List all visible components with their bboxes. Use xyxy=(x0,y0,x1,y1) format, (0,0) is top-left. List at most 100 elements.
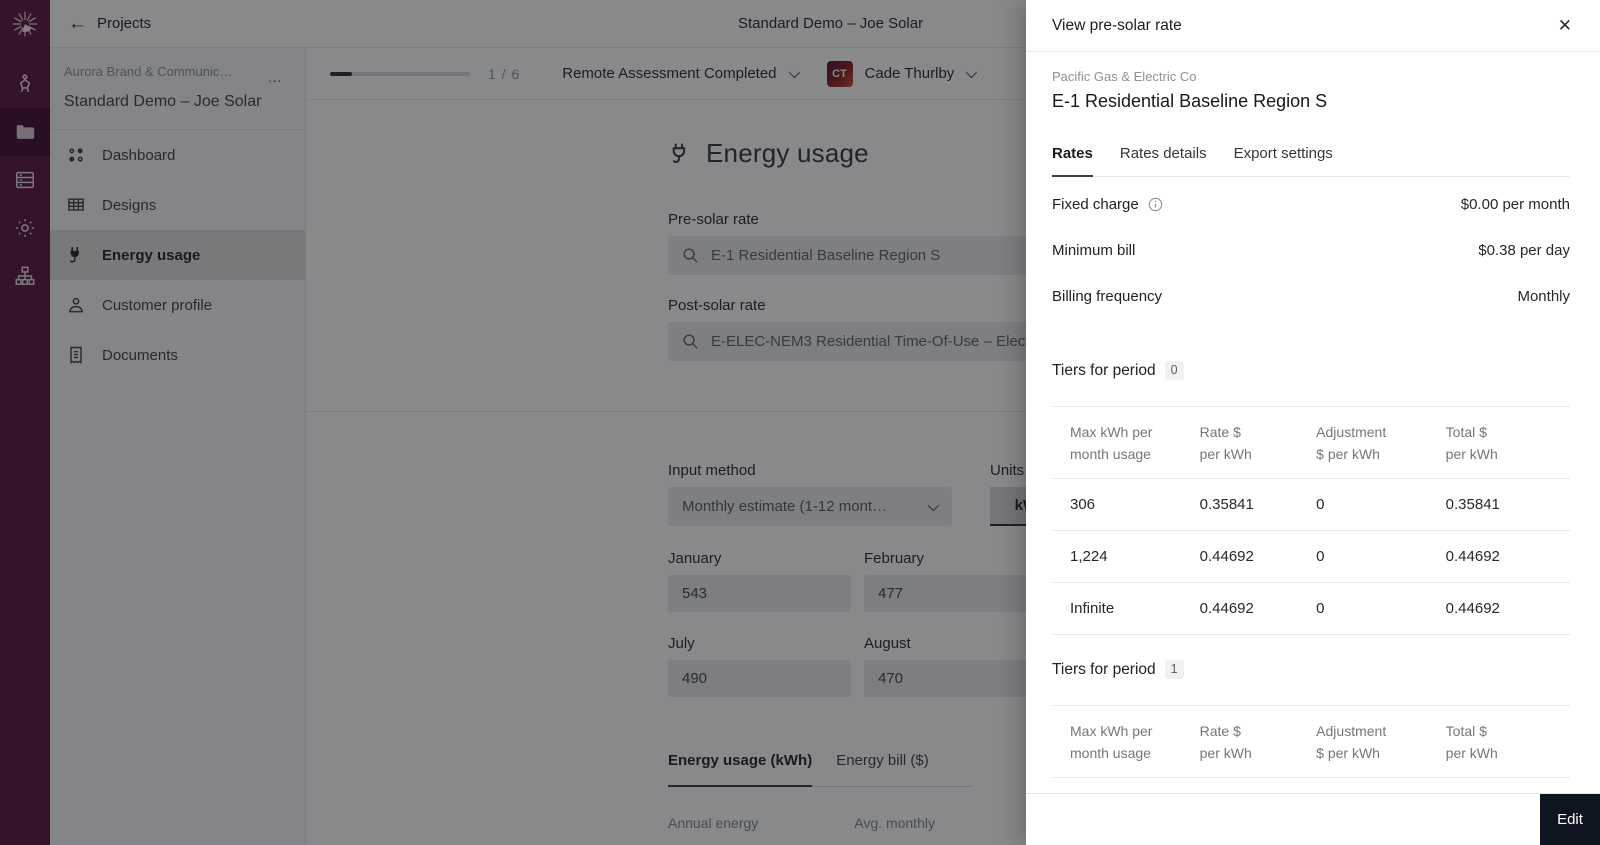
plug-icon xyxy=(672,143,686,163)
table-row: 1,224 0.44692 0 0.44692 xyxy=(1052,530,1570,583)
column-header: Total $ per kWh xyxy=(1445,705,1570,778)
assignee-dropdown[interactable]: CT Cade Thurlby xyxy=(826,60,978,87)
tab-export-settings[interactable]: Export settings xyxy=(1234,145,1333,176)
sidebar-item-dashboard[interactable]: Dashboard xyxy=(50,130,305,180)
rate-name: E-1 Residential Baseline Region S xyxy=(1052,91,1328,111)
chevron-down-icon xyxy=(927,499,940,511)
tab-energy-usage-kwh[interactable]: Energy usage (kWh) xyxy=(668,752,813,787)
project-status-dropdown[interactable]: Remote Assessment Completed xyxy=(562,65,800,82)
person-icon xyxy=(68,297,84,313)
gear-icon[interactable] xyxy=(0,204,50,252)
close-icon[interactable]: ✕ xyxy=(1558,17,1572,34)
sidebar-item-customer-profile[interactable]: Customer profile xyxy=(50,280,305,330)
project-sidebar: Aurora Brand & Communic… … Standard Demo… xyxy=(50,48,306,845)
search-icon xyxy=(683,334,698,349)
back-arrow-icon[interactable]: ← xyxy=(68,14,87,33)
tiers-period-0-title: Tiers for period 0 xyxy=(1052,361,1570,380)
sidebar-item-label: Customer profile xyxy=(102,296,213,314)
avg-monthly-label: Avg. monthly xyxy=(854,815,935,831)
month-field-january: January xyxy=(668,550,851,612)
rate-panel-tabs: Rates Rates details Export settings xyxy=(1052,145,1570,177)
panel-footer: Edit xyxy=(1026,793,1600,845)
sidebar-item-label: Designs xyxy=(102,196,157,214)
pre-solar-rate-value: E-1 Residential Baseline Region S xyxy=(711,247,941,264)
chevron-down-icon xyxy=(788,66,800,78)
tab-rates[interactable]: Rates xyxy=(1052,145,1093,177)
month-label: July xyxy=(668,635,695,652)
column-header: Rate $ per kWh xyxy=(1199,705,1317,778)
month-label: August xyxy=(864,635,911,652)
progress-step-count: 1 / 6 xyxy=(488,65,521,82)
designs-grid-icon xyxy=(68,198,84,211)
minimum-bill-label: Minimum bill xyxy=(1052,242,1136,259)
overflow-menu-icon[interactable]: … xyxy=(267,64,283,85)
month-input-july[interactable] xyxy=(668,660,851,697)
projects-folder-icon[interactable] xyxy=(0,108,50,156)
window-title: Standard Demo – Joe Solar xyxy=(737,15,924,32)
column-header: Max kWh per month usage xyxy=(1052,406,1200,479)
progress-fill xyxy=(330,71,353,76)
info-icon[interactable] xyxy=(1148,197,1163,212)
sidebar-item-documents[interactable]: Documents xyxy=(50,330,305,380)
sidebar-item-label: Documents xyxy=(102,346,178,364)
billing-frequency-value: Monthly xyxy=(1517,288,1570,305)
tab-energy-bill[interactable]: Energy bill ($) xyxy=(836,752,929,786)
column-header: Total $ per kWh xyxy=(1445,406,1570,479)
period-badge: 1 xyxy=(1164,660,1184,679)
avatar: CT xyxy=(826,60,853,87)
column-header: Adjustment $ per kWh xyxy=(1316,406,1446,479)
database-list-icon[interactable] xyxy=(0,156,50,204)
month-label: January xyxy=(668,550,722,567)
panel-title: View pre-solar rate xyxy=(1052,16,1182,34)
assignee-name: Cade Thurlby xyxy=(864,65,955,82)
back-to-projects[interactable]: ← Projects xyxy=(68,14,151,33)
sidebar-item-designs[interactable]: Designs xyxy=(50,180,305,230)
input-method-select[interactable]: Monthly estimate (1-12 mont… xyxy=(668,487,952,526)
month-input-february[interactable] xyxy=(864,575,1047,612)
utility-name: Pacific Gas & Electric Co xyxy=(1052,69,1197,84)
billing-frequency-label: Billing frequency xyxy=(1052,288,1163,305)
dashboard-icon xyxy=(69,148,83,162)
month-field-august: August xyxy=(864,635,1047,697)
receipt-icon xyxy=(70,346,82,364)
fixed-charge-value: $0.00 per month xyxy=(1460,196,1570,213)
month-field-february: February xyxy=(864,550,1047,612)
month-input-august[interactable] xyxy=(864,660,1047,697)
org-name: Aurora Brand & Communic… xyxy=(64,64,233,79)
project-name: Standard Demo – Joe Solar xyxy=(64,93,262,110)
sidebar-item-energy-usage[interactable]: Energy usage xyxy=(50,230,305,280)
column-header: Max kWh per month usage xyxy=(1052,705,1200,778)
billing-frequency-row: Billing frequency Monthly xyxy=(1052,288,1570,305)
month-field-july: July xyxy=(668,635,851,697)
tiers-period-0-section: Tiers for period 0 Max kWh per month usag… xyxy=(1052,361,1570,635)
tiers-period-1-section: Tiers for period 1 Max kWh per month usag… xyxy=(1052,660,1570,778)
annual-energy-label: Annual energy xyxy=(668,815,759,831)
period-badge: 0 xyxy=(1164,361,1184,380)
sidebar-item-label: Dashboard xyxy=(102,146,176,164)
month-label: February xyxy=(864,550,925,567)
back-label[interactable]: Projects xyxy=(97,15,151,32)
sidebar-item-label: Energy usage xyxy=(102,246,201,264)
tiers-period-1-title: Tiers for period 1 xyxy=(1052,660,1570,679)
column-header: Rate $ per kWh xyxy=(1199,406,1317,479)
advocate-icon[interactable] xyxy=(0,60,50,108)
fixed-charge-label: Fixed charge xyxy=(1052,196,1163,213)
tab-rates-details[interactable]: Rates details xyxy=(1120,145,1207,176)
project-status-value: Remote Assessment Completed xyxy=(562,65,777,82)
input-method-value: Monthly estimate (1-12 mont… xyxy=(682,498,888,515)
month-input-january[interactable] xyxy=(668,575,851,612)
plug-icon xyxy=(69,247,79,263)
sitemap-icon[interactable] xyxy=(0,252,50,300)
fixed-charge-row: Fixed charge $0.00 per month xyxy=(1052,196,1570,213)
search-icon xyxy=(683,248,698,263)
chevron-down-icon xyxy=(966,66,978,78)
aurora-logo-icon[interactable] xyxy=(0,0,50,48)
table-row: 306 0.35841 0 0.35841 xyxy=(1052,478,1570,531)
tiers-period-1-table: Max kWh per month usage Rate $ per kWh Adj… xyxy=(1052,705,1570,778)
edit-button[interactable]: Edit xyxy=(1540,794,1600,845)
table-row: Infinite 0.44692 0 0.44692 xyxy=(1052,582,1570,635)
input-method-label: Input method xyxy=(668,462,756,479)
app-window: ← Projects Standard Demo – Joe Solar Aur… xyxy=(0,0,1600,845)
tiers-period-0-table: Max kWh per month usage Rate $ per kWh Adj… xyxy=(1052,406,1570,635)
minimum-bill-row: Minimum bill $0.38 per day xyxy=(1052,242,1570,259)
